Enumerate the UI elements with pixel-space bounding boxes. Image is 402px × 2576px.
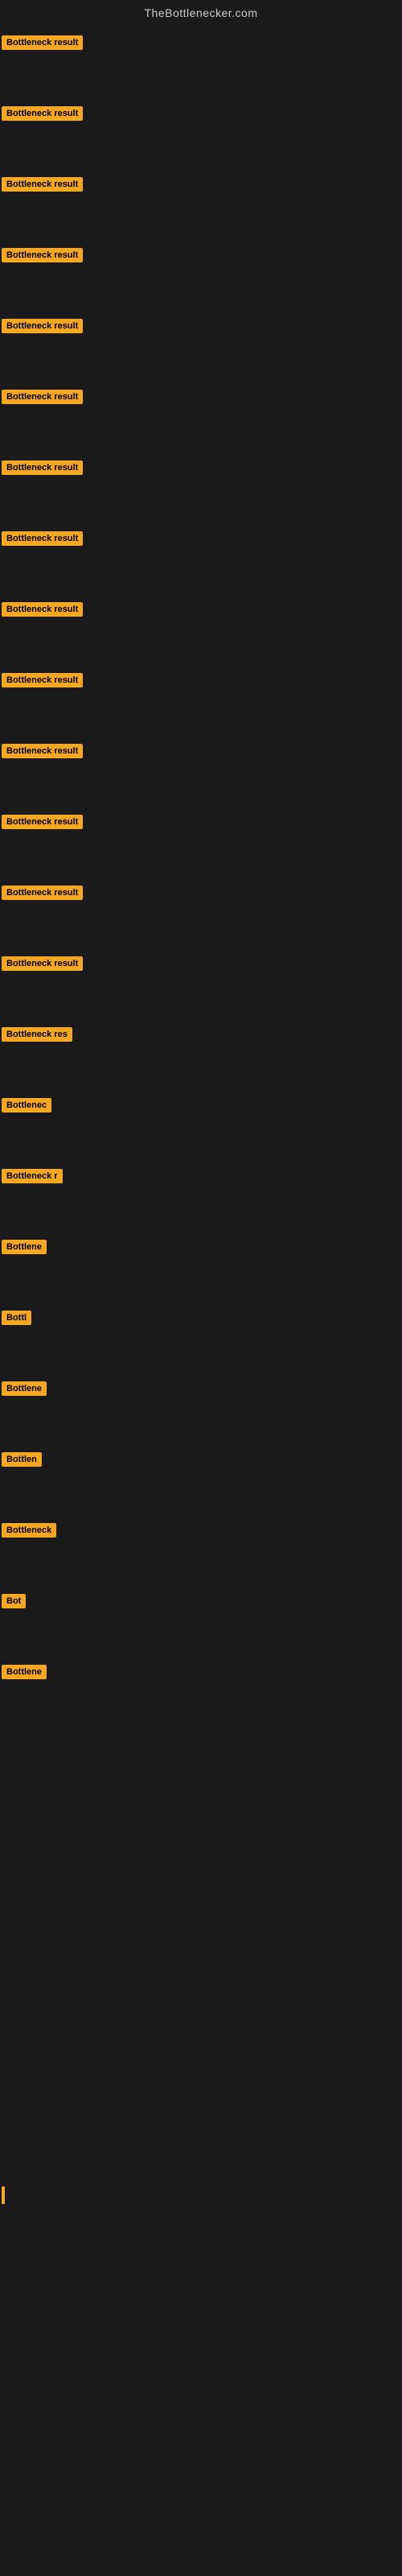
list-item[interactable]: Bottleneck res: [2, 1024, 402, 1045]
empty-area: [0, 1687, 402, 2170]
list-item[interactable]: Bottleneck result: [2, 386, 402, 407]
bottleneck-badge[interactable]: Bottleneck result: [2, 35, 83, 50]
list-item[interactable]: Bottlen: [2, 1449, 402, 1470]
list-item[interactable]: Bottleneck result: [2, 174, 402, 195]
bottleneck-badge[interactable]: Bottleneck result: [2, 815, 83, 829]
bottleneck-badge[interactable]: Bottleneck result: [2, 319, 83, 333]
bottleneck-badge[interactable]: Bottleneck result: [2, 460, 83, 475]
list-item[interactable]: Bottlenec: [2, 1095, 402, 1116]
list-item[interactable]: Bottleneck result: [2, 316, 402, 336]
list-item[interactable]: Bottleneck result: [2, 528, 402, 549]
list-item[interactable]: Bottleneck result: [2, 811, 402, 832]
bottleneck-badge[interactable]: Bottleneck result: [2, 390, 83, 404]
site-header: TheBottlenecker.com: [0, 0, 402, 23]
list-item[interactable]: Bottleneck r: [2, 1166, 402, 1187]
list-item[interactable]: Bottlene: [2, 1662, 402, 1682]
bottleneck-badge[interactable]: Bottleneck result: [2, 248, 83, 262]
bottleneck-badge[interactable]: Bottl: [2, 1311, 31, 1325]
bottleneck-badge[interactable]: Bottleneck result: [2, 602, 83, 617]
bottleneck-badge[interactable]: Bottleneck result: [2, 956, 83, 971]
bottleneck-badge[interactable]: Bottlene: [2, 1381, 47, 1396]
list-item[interactable]: Bottlene: [2, 1236, 402, 1257]
bottleneck-badge[interactable]: Bottleneck result: [2, 673, 83, 687]
bottom-spacer: [0, 2204, 402, 2526]
list-item[interactable]: Bottleneck result: [2, 599, 402, 620]
list-item[interactable]: Bottlene: [2, 1378, 402, 1399]
list-item[interactable]: Bottleneck result: [2, 32, 402, 53]
bottleneck-badge[interactable]: Bottleneck res: [2, 1027, 72, 1042]
bottleneck-badge[interactable]: Bottlene: [2, 1240, 47, 1254]
bottleneck-badge[interactable]: Bottleneck result: [2, 744, 83, 758]
bottleneck-badge[interactable]: Bottleneck result: [2, 177, 83, 192]
list-item[interactable]: Bottleneck result: [2, 103, 402, 124]
bottleneck-badge[interactable]: Bottlenec: [2, 1098, 51, 1113]
list-item[interactable]: Bottleneck result: [2, 953, 402, 974]
bottleneck-badge[interactable]: Bottleneck r: [2, 1169, 63, 1183]
list-item[interactable]: Bottleneck: [2, 1520, 402, 1541]
bottleneck-badge[interactable]: Bottleneck: [2, 1523, 56, 1538]
list-item[interactable]: Bottleneck result: [2, 882, 402, 903]
list-item[interactable]: Bot: [2, 1591, 402, 1612]
bottleneck-badge[interactable]: Bottleneck result: [2, 106, 83, 121]
bottleneck-list: Bottleneck result Bottleneck result Bott…: [0, 23, 402, 1687]
site-title: TheBottlenecker.com: [144, 6, 257, 19]
list-item[interactable]: Bottleneck result: [2, 245, 402, 266]
list-item[interactable]: Bottleneck result: [2, 457, 402, 478]
list-item[interactable]: Bottleneck result: [2, 670, 402, 691]
bottleneck-badge[interactable]: Bot: [2, 1594, 26, 1608]
bottleneck-badge[interactable]: Bottlene: [2, 1665, 47, 1679]
list-item[interactable]: Bottl: [2, 1307, 402, 1328]
list-item[interactable]: Bottleneck result: [2, 741, 402, 762]
small-indicator: [2, 2186, 402, 2204]
bottleneck-badge[interactable]: Bottlen: [2, 1452, 42, 1467]
bottleneck-badge[interactable]: Bottleneck result: [2, 886, 83, 900]
bottleneck-badge[interactable]: Bottleneck result: [2, 531, 83, 546]
